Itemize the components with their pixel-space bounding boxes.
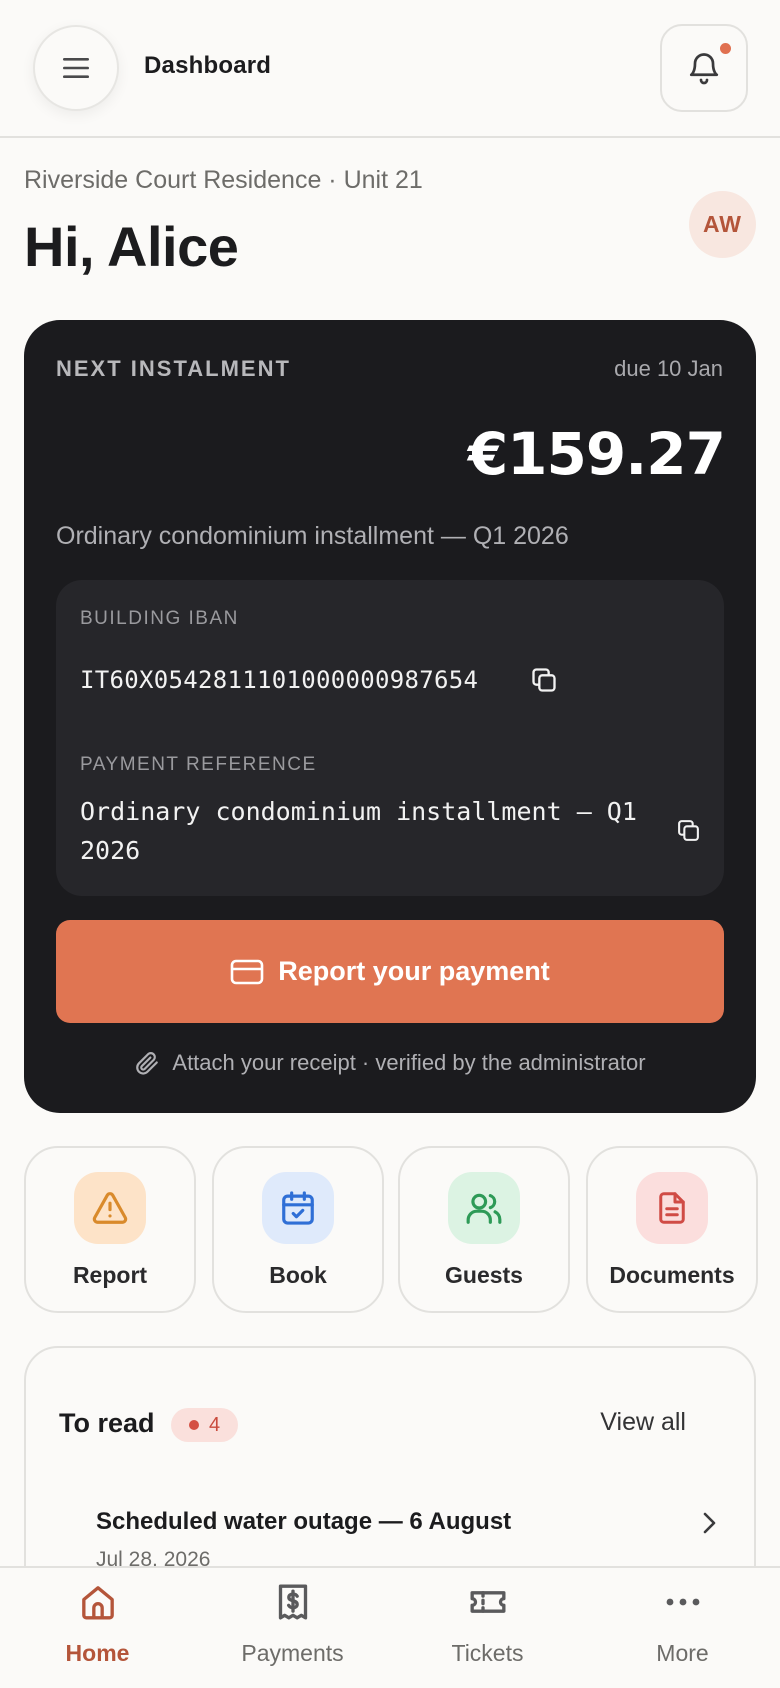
to-read-title: To read bbox=[59, 1408, 155, 1438]
attach-receipt-note: Attach your receipt · verified by the ad… bbox=[24, 1050, 756, 1076]
instalment-description: Ordinary condominium installment — Q1 20… bbox=[56, 522, 569, 550]
ticket-icon bbox=[466, 1580, 510, 1624]
unread-count-badge: 4 bbox=[171, 1408, 239, 1442]
iban-label: BUILDING IBAN bbox=[80, 608, 239, 629]
nav-label: More bbox=[656, 1640, 709, 1666]
avatar[interactable]: AW bbox=[689, 191, 756, 258]
paperclip-icon bbox=[136, 1052, 159, 1075]
quick-action-label: Guests bbox=[445, 1262, 523, 1288]
bottom-nav: Home Payments Tickets More bbox=[0, 1566, 780, 1688]
instalment-amount: €159.27 bbox=[467, 420, 726, 488]
reference-label: PAYMENT REFERENCE bbox=[80, 754, 317, 775]
nav-label: Payments bbox=[241, 1640, 344, 1666]
view-all-link[interactable]: View all bbox=[600, 1408, 686, 1437]
hamburger-icon bbox=[63, 58, 89, 78]
quick-action-label: Documents bbox=[609, 1262, 735, 1288]
notification-dot bbox=[720, 43, 731, 54]
receipt-dollar-icon bbox=[271, 1580, 315, 1624]
badge-dot bbox=[189, 1420, 199, 1430]
news-item-title: Scheduled water outage — 6 August bbox=[96, 1508, 512, 1535]
attach-note-text: Attach your receipt · verified by the ad… bbox=[172, 1050, 646, 1075]
quick-action-book[interactable]: Book bbox=[212, 1146, 384, 1313]
unread-count: 4 bbox=[209, 1413, 221, 1436]
quick-action-icon-bg bbox=[74, 1172, 146, 1244]
iban-value: IT60X0542811101000000987654 bbox=[80, 666, 479, 694]
document-icon bbox=[659, 1192, 685, 1224]
more-dots-icon bbox=[661, 1580, 705, 1624]
nav-item-more[interactable]: More bbox=[585, 1568, 780, 1688]
nav-label: Home bbox=[65, 1640, 130, 1666]
notifications-button[interactable] bbox=[660, 24, 748, 112]
warning-icon bbox=[92, 1192, 128, 1224]
nav-label: Tickets bbox=[451, 1640, 524, 1666]
copy-reference-icon[interactable] bbox=[676, 818, 701, 843]
home-icon bbox=[76, 1580, 120, 1624]
quick-action-icon-bg bbox=[636, 1172, 708, 1244]
report-payment-button[interactable]: Report your payment bbox=[56, 920, 724, 1023]
quick-action-icon-bg bbox=[448, 1172, 520, 1244]
nav-item-payments[interactable]: Payments bbox=[195, 1568, 390, 1688]
quick-action-label: Book bbox=[269, 1262, 327, 1288]
menu-button[interactable] bbox=[33, 25, 119, 111]
next-instalment-card: NEXT INSTALMENT due 10 Jan €159.27 Ordin… bbox=[24, 320, 756, 1113]
top-bar: Dashboard bbox=[0, 0, 780, 138]
page-title: Dashboard bbox=[144, 52, 272, 79]
quick-action-icon-bg bbox=[262, 1172, 334, 1244]
nav-item-home[interactable]: Home bbox=[0, 1568, 195, 1688]
quick-action-label: Report bbox=[72, 1262, 148, 1288]
nav-item-tickets[interactable]: Tickets bbox=[390, 1568, 585, 1688]
credit-card-icon bbox=[230, 959, 264, 984]
chevron-right-icon bbox=[703, 1512, 716, 1534]
quick-action-documents[interactable]: Documents bbox=[586, 1146, 758, 1313]
copy-iban-icon[interactable] bbox=[530, 666, 558, 694]
reference-value: Ordinary condominium installment — Q1 20… bbox=[80, 797, 637, 865]
greeting-heading: Hi, Alice bbox=[24, 215, 239, 278]
report-payment-label: Report your payment bbox=[278, 956, 550, 986]
instalment-label: NEXT INSTALMENT bbox=[56, 356, 291, 381]
quick-action-report[interactable]: Report bbox=[24, 1146, 196, 1313]
bank-details-box: BUILDING IBAN IT60X054281110100000098765… bbox=[56, 580, 724, 896]
residence-subtitle: Riverside Court Residence · Unit 21 bbox=[24, 166, 423, 194]
users-icon bbox=[466, 1193, 502, 1224]
quick-action-guests[interactable]: Guests bbox=[398, 1146, 570, 1313]
instalment-due-date: due 10 Jan bbox=[614, 356, 723, 381]
bell-icon bbox=[689, 53, 719, 85]
dashboard-screen: Dashboard Riverside Court Residence · Un… bbox=[0, 0, 780, 1688]
calendar-check-icon bbox=[282, 1191, 314, 1225]
